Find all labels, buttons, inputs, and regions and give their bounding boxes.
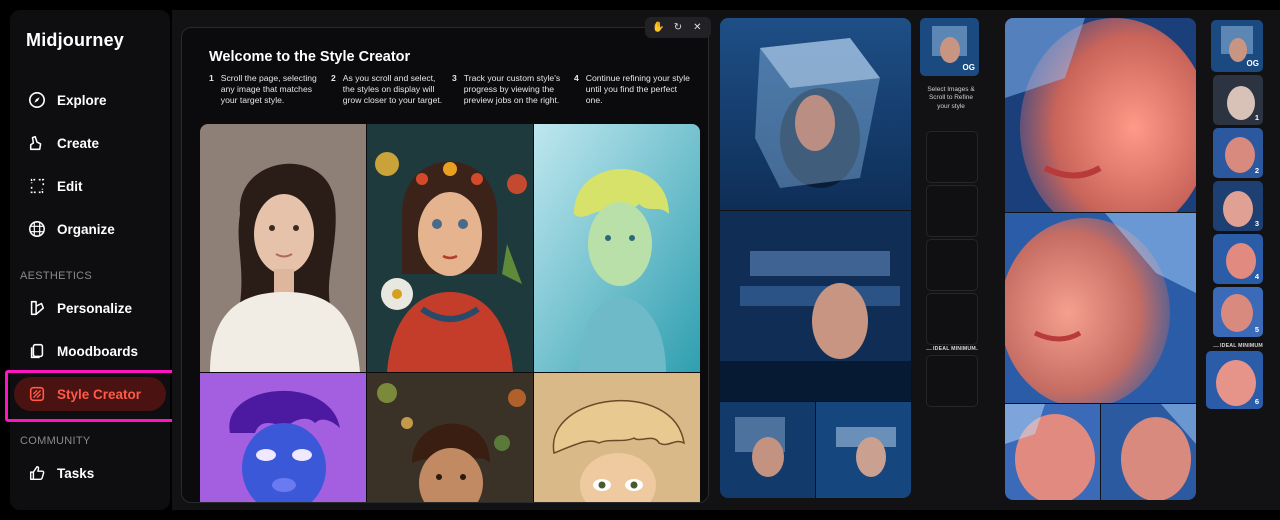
compass-icon [28, 91, 46, 109]
preview-job-glossy-small-2[interactable] [1101, 404, 1196, 500]
nav-edit[interactable]: Edit [14, 169, 170, 203]
sidebar: Midjourney Explore Create Edit Organize … [10, 10, 170, 510]
nav-label: Personalize [57, 300, 133, 316]
ideal-divider [972, 349, 978, 350]
nav-label: Organize [57, 221, 115, 237]
pointer-toggle-icon[interactable]: ✋ [652, 21, 666, 35]
style-image-purple-curly[interactable] [200, 373, 366, 502]
nav-organize[interactable]: Organize [14, 212, 170, 246]
refresh-icon[interactable]: ↻ [671, 21, 685, 35]
step-2: 2 As you scroll and select, the styles on… [331, 73, 443, 105]
nav-label: Moodboards [57, 343, 138, 359]
og-badge: OG [962, 63, 975, 72]
nav-label: Tasks [57, 465, 95, 481]
page-title: Welcome to the Style Creator [209, 49, 411, 65]
style-image-folk-art-woman[interactable] [367, 124, 533, 372]
style-image-comic-curly[interactable] [534, 373, 700, 502]
strip-thumb-2[interactable]: 2 [1213, 128, 1263, 178]
step-4: 4 Continue refining your style until you … [574, 73, 690, 105]
strip-slot-empty [926, 293, 978, 345]
preview-job-small-2[interactable] [816, 402, 911, 498]
strip-thumb-1[interactable]: 1 [1213, 75, 1263, 125]
preview-job-glossy-small-1[interactable] [1005, 404, 1100, 500]
moodboard-icon [30, 343, 44, 359]
thumb-number: 4 [1254, 272, 1259, 281]
strip-slot-empty [926, 239, 978, 291]
preview-job-glossy-face-1[interactable] [1005, 18, 1196, 212]
thumb-number: 1 [1254, 113, 1259, 122]
panel-controls: ✋ ↻ ✕ [645, 17, 711, 38]
strip-slot-empty [926, 131, 978, 183]
ideal-divider [1257, 346, 1263, 347]
edit-frame-icon [30, 178, 45, 194]
og-badge: OG [1246, 59, 1259, 68]
preview-job-glossy-face-2[interactable] [1005, 213, 1196, 403]
ideal-minimum-label: IDEAL MINIMUM [933, 346, 976, 352]
style-image-floral-mosaic[interactable] [367, 373, 533, 502]
nav-tasks[interactable]: Tasks [14, 456, 170, 490]
close-icon[interactable]: ✕ [690, 21, 704, 35]
style-image-portrait-woman[interactable] [200, 124, 366, 372]
strip-thumb-3[interactable]: 3 [1213, 181, 1263, 231]
select-hint: Select Images & Scroll to Refine your st… [927, 86, 975, 110]
brand-logo-text[interactable]: Midjourney [26, 30, 124, 51]
thumb-number: 2 [1254, 166, 1259, 175]
strip-thumb-4[interactable]: 4 [1213, 234, 1263, 284]
nav-create[interactable]: Create [14, 126, 170, 160]
strip-thumb-6[interactable]: 6 [1206, 351, 1263, 409]
ideal-divider [926, 349, 932, 350]
nav-label: Explore [57, 92, 107, 108]
thumbs-up-icon [29, 465, 45, 481]
strip-thumb-5[interactable]: 5 [1213, 287, 1263, 337]
thumb-number: 3 [1254, 219, 1259, 228]
personalize-icon [30, 300, 45, 316]
nav-label: Style Creator [57, 386, 142, 402]
brush-icon [29, 135, 42, 151]
thumb-number: 5 [1254, 325, 1259, 334]
style-image-watercolor-boy[interactable] [534, 124, 700, 372]
style-creator-panel: Welcome to the Style Creator 1 Scroll the… [181, 27, 709, 503]
ideal-divider [1213, 346, 1219, 347]
nav-explore[interactable]: Explore [14, 83, 170, 117]
preview-job-small-1[interactable] [720, 402, 815, 498]
nav-personalize[interactable]: Personalize [14, 291, 170, 325]
step-3: 3 Track your custom style's progress by v… [452, 73, 561, 105]
strip-slot-empty [926, 355, 978, 407]
nav-label: Edit [57, 178, 83, 194]
nav-label: Create [57, 135, 100, 151]
strip-og-right[interactable]: OG [1211, 20, 1263, 72]
thumb-number: 6 [1254, 397, 1259, 406]
strip-og-left[interactable]: OG [920, 18, 979, 76]
style-creator-icon [29, 386, 45, 402]
section-aesthetics: AESTHETICS [20, 270, 93, 282]
nav-moodboards[interactable]: Moodboards [14, 334, 170, 368]
section-community: COMMUNITY [20, 435, 91, 447]
nav-style-creator[interactable]: Style Creator [14, 377, 166, 411]
grid-globe-icon [29, 221, 45, 237]
preview-job-motion-blur[interactable] [720, 211, 911, 401]
strip-slot-empty [926, 185, 978, 237]
preview-job-glass-cube[interactable] [720, 18, 911, 210]
step-1: 1 Scroll the page, selecting any image th… [209, 73, 317, 105]
